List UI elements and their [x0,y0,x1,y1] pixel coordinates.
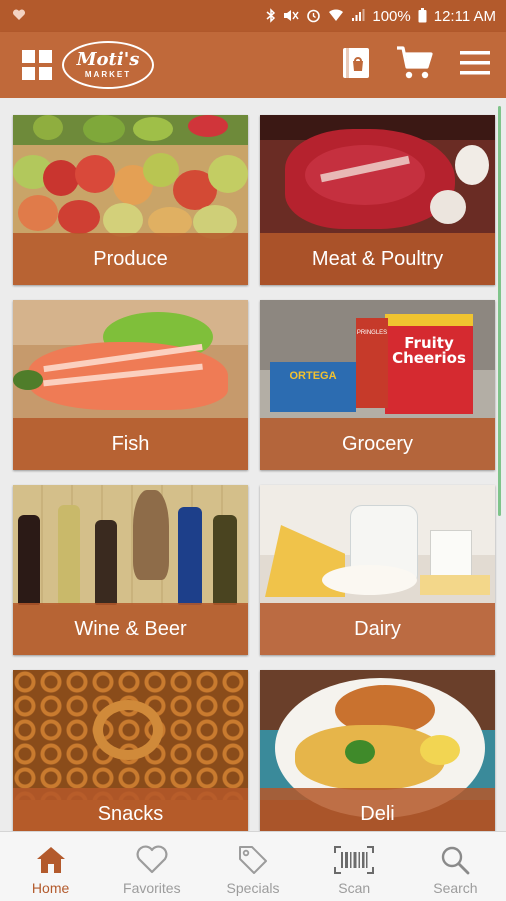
nav-label-search: Search [433,880,478,896]
category-tile-grocery[interactable]: Fruity Cheerios PRINGLES ORTEGA Grocery [260,300,495,470]
category-label: Meat & Poultry [260,233,495,285]
home-icon [35,844,67,876]
search-icon [439,844,471,876]
barcode-icon [334,844,375,876]
nav-label-home: Home [31,880,70,896]
logo-subtitle: MARKET [84,70,132,79]
nav-label-favorites: Favorites [123,880,181,896]
shopping-list-icon[interactable] [342,47,370,84]
ortega-box-text: ORTEGA [289,370,337,382]
category-label: Grocery [260,418,495,470]
scroll-indicator[interactable] [498,106,501,516]
category-label: Dairy [260,603,495,655]
cereal-box-text: Fruity Cheerios [392,334,466,367]
hamburger-menu-icon[interactable] [460,50,490,81]
chips-can-text: PRINGLES [356,330,388,336]
bluetooth-icon [266,7,276,25]
nav-specials[interactable]: Specials [202,832,303,901]
logo-name: Moti's [76,49,140,70]
menu-grid-icon[interactable] [22,50,52,80]
nav-home[interactable]: Home [0,832,101,901]
category-grid: Produce Meat & Poultry Fish Fruity Cheer… [0,98,506,831]
store-logo[interactable]: Moti's MARKET [62,41,154,89]
cart-icon[interactable] [396,45,434,86]
alarm-icon [306,8,321,25]
nav-scan[interactable]: Scan [304,832,405,901]
category-tile-meat-poultry[interactable]: Meat & Poultry [260,115,495,285]
category-tile-dairy[interactable]: Dairy [260,485,495,655]
app-header: Moti's MARKET [0,32,506,98]
category-tile-snacks[interactable]: Snacks [13,670,248,831]
mute-icon [283,8,299,25]
nav-label-scan: Scan [338,880,371,896]
battery-icon [418,7,427,25]
category-tile-deli[interactable]: Deli [260,670,495,831]
heart-notification-icon [12,8,26,25]
category-label: Produce [13,233,248,285]
category-tile-wine-beer[interactable]: Wine & Beer [13,485,248,655]
category-tile-produce[interactable]: Produce [13,115,248,285]
status-bar: 100% 12:11 AM [0,0,506,32]
clock-time: 12:11 AM [433,7,496,25]
nav-label-specials: Specials [226,880,280,896]
category-label: Deli [260,788,495,831]
category-tile-fish[interactable]: Fish [13,300,248,470]
signal-icon [351,8,365,24]
nav-search[interactable]: Search [405,832,506,901]
category-label: Fish [13,418,248,470]
heart-icon [135,844,169,876]
wifi-icon [328,8,344,24]
battery-percent: 100% [372,7,411,25]
tag-icon [237,844,269,876]
category-label: Snacks [13,788,248,831]
bottom-navigation: Home Favorites Specials Scan Search [0,831,506,901]
nav-favorites[interactable]: Favorites [101,832,202,901]
category-label: Wine & Beer [13,603,248,655]
